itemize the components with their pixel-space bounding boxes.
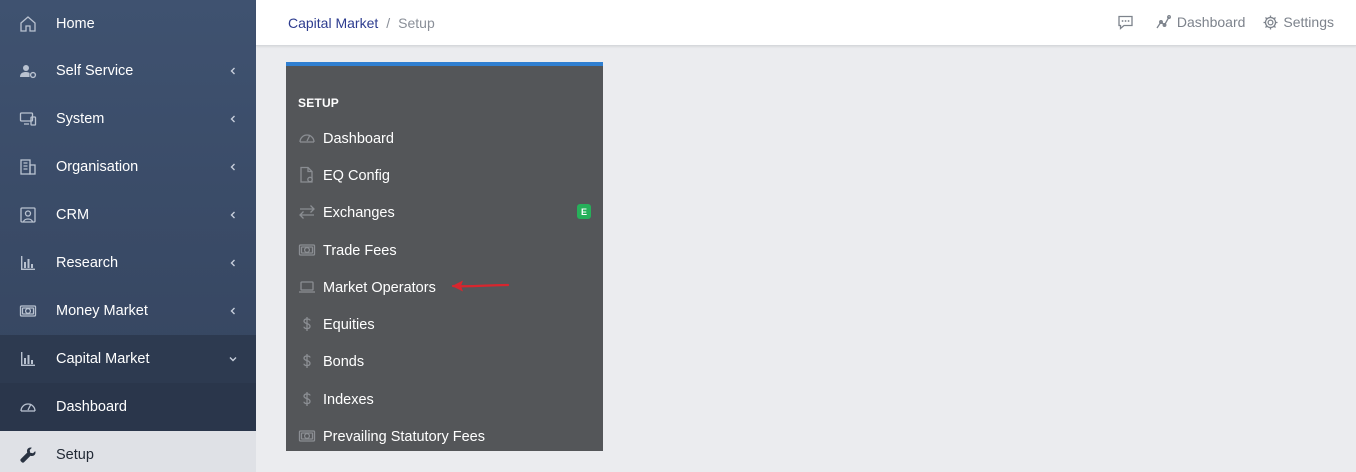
- home-icon: [18, 14, 38, 34]
- setup-panel: SETUP Dashboard EQ Config Exchanges E Tr…: [286, 62, 603, 451]
- sidebar-item-dashboard[interactable]: Dashboard: [0, 383, 256, 431]
- sidebar-item-label: Organisation: [56, 159, 139, 175]
- file-gear-icon: [298, 166, 316, 184]
- setup-menu-label: Prevailing Statutory Fees: [323, 428, 485, 445]
- line-chart-icon: [1155, 13, 1173, 31]
- sidebar-item-system[interactable]: System: [0, 95, 256, 143]
- sidebar-item-setup[interactable]: Setup: [0, 431, 256, 472]
- building-icon: [18, 157, 38, 177]
- bar-chart-icon: [18, 253, 38, 273]
- setup-menu-label: Indexes: [323, 391, 374, 408]
- breadcrumb-link-capital-market[interactable]: Capital Market: [288, 15, 378, 31]
- chevron-left-icon: [226, 64, 240, 78]
- chevron-left-icon: [226, 208, 240, 222]
- settings-link-label: Settings: [1283, 14, 1334, 30]
- exchanges-badge: E: [577, 204, 591, 219]
- gear-icon: [1261, 13, 1279, 31]
- money-icon: [298, 241, 316, 259]
- chevron-down-icon: [226, 352, 240, 366]
- wrench-icon: [18, 445, 38, 465]
- topbar-actions: Dashboard Settings: [1101, 13, 1334, 31]
- settings-link[interactable]: Settings: [1261, 13, 1334, 31]
- sidebar-item-self-service[interactable]: Self Service: [0, 47, 256, 95]
- setup-menu-label: Trade Fees: [323, 242, 397, 259]
- sidebar-item-money-market[interactable]: Money Market: [0, 287, 256, 335]
- breadcrumb-separator: /: [386, 15, 391, 31]
- sidebar-item-label: Dashboard: [56, 399, 127, 415]
- dashboard-link-label: Dashboard: [1176, 14, 1246, 30]
- setup-menu-exchanges[interactable]: Exchanges E: [286, 194, 603, 231]
- setup-menu-label: Dashboard: [323, 130, 394, 147]
- dollar-icon: [298, 390, 316, 408]
- sidebar: Home Self Service System Organisation CR…: [0, 0, 256, 472]
- setup-menu-label: Bonds: [323, 353, 365, 370]
- annotation-arrow-icon: [450, 277, 512, 300]
- setup-menu-equities[interactable]: Equities: [286, 306, 603, 343]
- sidebar-item-capital-market[interactable]: Capital Market: [0, 335, 256, 383]
- setup-menu-label: Exchanges: [323, 204, 395, 221]
- sidebar-item-label: Research: [56, 255, 119, 271]
- chat-button[interactable]: [1117, 13, 1139, 31]
- money-icon: [298, 427, 316, 445]
- setup-menu-market-operators[interactable]: Market Operators: [286, 269, 603, 306]
- setup-menu-label: Market Operators: [323, 279, 436, 296]
- sidebar-item-label: CRM: [56, 207, 90, 223]
- setup-menu-bonds[interactable]: Bonds: [286, 343, 603, 380]
- setup-menu-label: EQ Config: [323, 167, 390, 184]
- setup-menu-dashboard[interactable]: Dashboard: [286, 120, 603, 157]
- sidebar-item-organisation[interactable]: Organisation: [0, 143, 256, 191]
- devices-icon: [18, 109, 38, 129]
- user-gear-icon: [18, 61, 38, 81]
- sidebar-item-label: Home: [56, 16, 95, 32]
- gauge-icon: [298, 129, 316, 147]
- chevron-left-icon: [226, 112, 240, 126]
- breadcrumb: Capital Market / Setup: [288, 15, 435, 31]
- breadcrumb-current: Setup: [398, 15, 435, 31]
- sidebar-item-label: Money Market: [56, 303, 148, 319]
- app-root: Home Self Service System Organisation CR…: [0, 0, 1356, 472]
- setup-menu-eq-config[interactable]: EQ Config: [286, 157, 603, 194]
- dollar-icon: [298, 315, 316, 333]
- setup-menu-label: Equities: [323, 316, 375, 333]
- topbar: Capital Market / Setup Dashboard Setting: [256, 0, 1356, 46]
- sidebar-item-label: Setup: [56, 447, 94, 463]
- setup-menu-prevailing-statutory-fees[interactable]: Prevailing Statutory Fees: [286, 418, 603, 455]
- sidebar-item-label: System: [56, 111, 105, 127]
- sidebar-item-research[interactable]: Research: [0, 239, 256, 287]
- sidebar-item-home[interactable]: Home: [0, 0, 256, 48]
- laptop-icon: [298, 278, 316, 296]
- chat-bubble-icon: [1117, 13, 1135, 31]
- chevron-left-icon: [226, 160, 240, 174]
- sidebar-item-label: Capital Market: [56, 351, 150, 367]
- dollar-icon: [298, 352, 316, 370]
- setup-menu-trade-fees[interactable]: Trade Fees: [286, 232, 603, 269]
- setup-menu-indexes[interactable]: Indexes: [286, 381, 603, 418]
- sidebar-item-crm[interactable]: CRM: [0, 191, 256, 239]
- dashboard-link[interactable]: Dashboard: [1155, 13, 1246, 31]
- bar-chart-icon: [18, 349, 38, 369]
- money-icon: [18, 301, 38, 321]
- chevron-left-icon: [226, 304, 240, 318]
- sidebar-item-label: Self Service: [56, 63, 134, 79]
- chevron-left-icon: [226, 256, 240, 270]
- panel-title: SETUP: [298, 96, 340, 110]
- exchange-arrows-icon: [298, 203, 316, 221]
- contact-frame-icon: [18, 205, 38, 225]
- gauge-icon: [18, 397, 38, 417]
